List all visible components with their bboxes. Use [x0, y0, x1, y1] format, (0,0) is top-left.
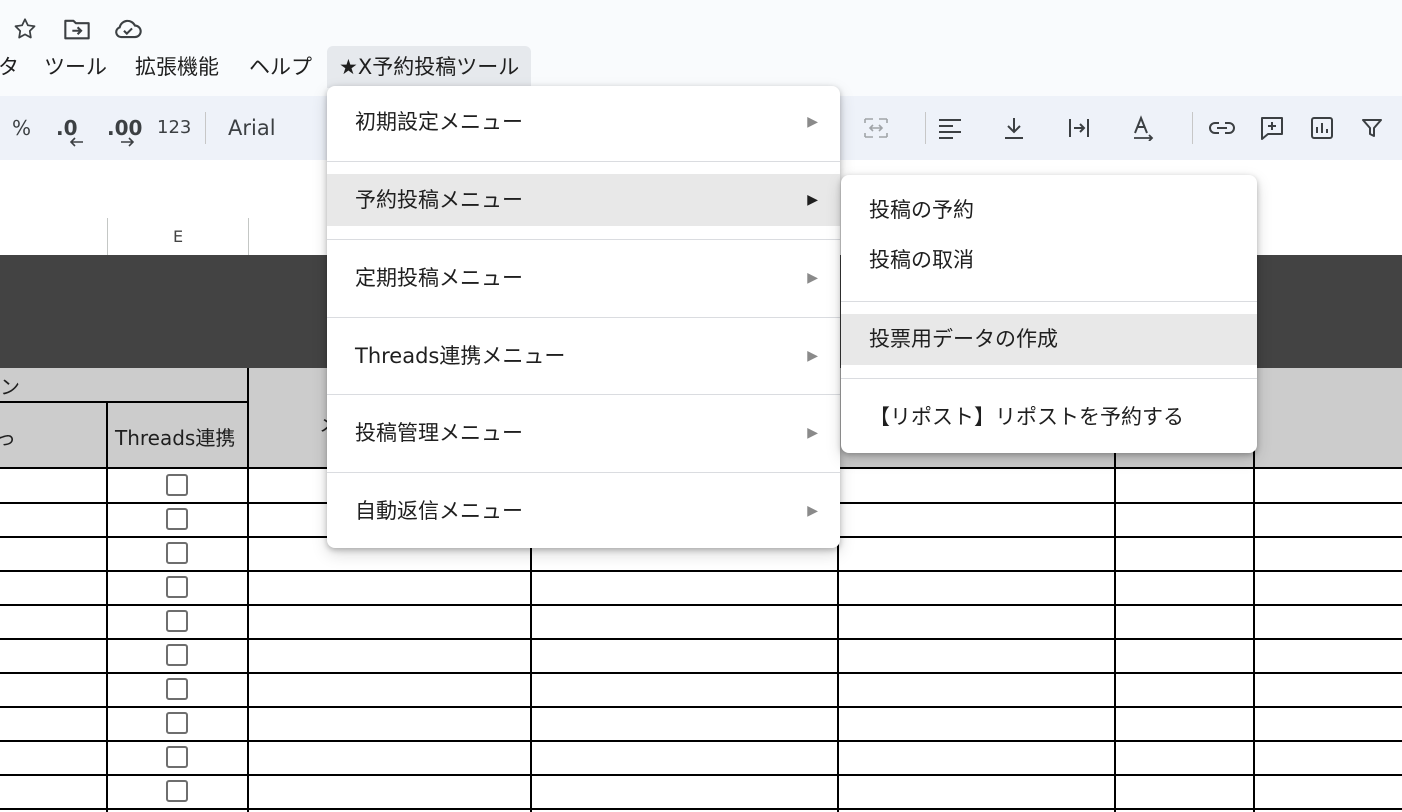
menu-item-auto-reply[interactable]: 自動返信メニュー ▶ [327, 485, 840, 537]
menu-divider [327, 161, 840, 162]
grid-line [0, 604, 1402, 606]
grid-line [0, 638, 1402, 640]
grid-line [0, 672, 1402, 674]
grid-line [0, 570, 1402, 572]
threads-checkbox[interactable] [166, 712, 188, 734]
header-cell-threads[interactable]: Threads連携 [108, 402, 249, 468]
submenu-arrow-icon: ▶ [807, 425, 818, 441]
submenu-arrow-icon: ▶ [807, 192, 818, 208]
menu-item-label: 自動返信メニュー [355, 499, 523, 523]
menu-data[interactable]: タ [0, 46, 19, 88]
grid-line [0, 808, 1402, 810]
insert-link-icon[interactable] [1206, 112, 1238, 144]
submenu-item-label: 投稿の取消 [869, 248, 974, 272]
toolbar-divider [205, 112, 206, 144]
grid-line [0, 774, 1402, 776]
text-wrapping-icon[interactable] [1063, 112, 1095, 144]
menu-item-label: 初期設定メニュー [355, 110, 523, 134]
grid-line [1114, 440, 1116, 812]
text-rotation-icon[interactable] [1128, 112, 1160, 144]
threads-checkbox[interactable] [166, 576, 188, 598]
group-header-label: ン [0, 375, 20, 399]
horizontal-align-icon[interactable] [934, 112, 966, 144]
group-header-cell[interactable]: ン [0, 368, 249, 402]
submenu-item-create-poll-data[interactable]: 投票用データの作成 [841, 314, 1257, 365]
menu-divider [327, 394, 840, 395]
menu-item-recurring-post[interactable]: 定期投稿メニュー ▶ [327, 252, 840, 304]
submenu-arrow-icon: ▶ [807, 114, 818, 130]
threads-checkbox[interactable] [166, 542, 188, 564]
threads-checkbox[interactable] [166, 780, 188, 802]
menu-extensions[interactable]: 拡張機能 [135, 46, 219, 88]
submenu-arrow-icon: ▶ [807, 503, 818, 519]
menu-item-label: 投稿管理メニュー [355, 421, 523, 445]
menu-divider [841, 301, 1257, 302]
toolbar-divider [925, 112, 926, 144]
menu-help[interactable]: ヘルプ [249, 46, 312, 88]
font-family-select[interactable]: Arial [228, 96, 276, 160]
filter-icon[interactable] [1356, 112, 1388, 144]
menu-divider [327, 239, 840, 240]
menu-divider [841, 378, 1257, 379]
menu-divider [327, 317, 840, 318]
menu-divider [327, 472, 840, 473]
header-cell-d-label: っ [0, 426, 16, 450]
submenu-item-schedule-repost[interactable]: 【リポスト】リポストを予約する [841, 391, 1257, 443]
menu-item-scheduled-post[interactable]: 予約投稿メニュー ▶ [327, 174, 840, 226]
threads-checkbox[interactable] [166, 746, 188, 768]
grid-line [106, 402, 108, 812]
format-percent-button[interactable]: % [12, 96, 31, 160]
menu-item-label: Threads連携メニュー [355, 344, 566, 368]
menu-item-label: 予約投稿メニュー [355, 188, 523, 212]
cloud-saved-icon[interactable] [113, 14, 143, 44]
threads-header-label: Threads連携 [115, 426, 236, 450]
submenu-item-label: 投稿の予約 [869, 198, 974, 222]
header-cell-d[interactable]: っ [0, 402, 108, 468]
x-tool-menu: 初期設定メニュー ▶ 予約投稿メニュー ▶ 定期投稿メニュー ▶ Threads… [327, 86, 840, 548]
arrow-left-icon [69, 132, 84, 151]
star-icon[interactable] [10, 14, 40, 44]
threads-checkbox[interactable] [166, 644, 188, 666]
submenu-item-schedule-post[interactable]: 投稿の予約 [841, 185, 1257, 235]
menu-tools[interactable]: ツール [44, 46, 107, 88]
move-to-folder-icon[interactable] [62, 14, 92, 44]
insert-comment-icon[interactable] [1256, 112, 1288, 144]
merge-cells-icon[interactable] [860, 112, 892, 144]
submenu-arrow-icon: ▶ [807, 348, 818, 364]
menu-item-post-management[interactable]: 投稿管理メニュー ▶ [327, 407, 840, 459]
submenu-item-cancel-post[interactable]: 投稿の取消 [841, 235, 1257, 285]
grid-line [0, 706, 1402, 708]
insert-chart-icon[interactable] [1306, 112, 1338, 144]
scheduled-post-submenu: 投稿の予約 投稿の取消 投票用データの作成 【リポスト】リポストを予約する [841, 175, 1257, 453]
grid-line [0, 401, 249, 403]
submenu-arrow-icon: ▶ [807, 270, 818, 286]
menu-bar: タ ツール 拡張機能 ヘルプ ★X予約投稿ツール [0, 46, 1402, 88]
column-header-d[interactable] [0, 218, 108, 255]
toolbar-divider [1192, 112, 1193, 144]
grid-line [0, 740, 1402, 742]
submenu-item-label: 【リポスト】リポストを予約する [869, 405, 1184, 429]
more-formats-button[interactable]: 123 [157, 96, 191, 160]
threads-checkbox[interactable] [166, 474, 188, 496]
vertical-align-icon[interactable] [998, 112, 1030, 144]
grid-line [247, 368, 249, 812]
menu-item-label: 定期投稿メニュー [355, 266, 523, 290]
threads-checkbox[interactable] [166, 610, 188, 632]
arrow-right-icon [120, 132, 135, 151]
submenu-item-label: 投票用データの作成 [869, 327, 1058, 351]
threads-checkbox[interactable] [166, 678, 188, 700]
column-header-e[interactable]: E [108, 218, 249, 255]
menu-x-scheduler-tool[interactable]: ★X予約投稿ツール [327, 46, 532, 88]
menu-item-initial-settings[interactable]: 初期設定メニュー ▶ [327, 96, 840, 148]
threads-checkbox[interactable] [166, 508, 188, 530]
menu-item-threads-integration[interactable]: Threads連携メニュー ▶ [327, 330, 840, 382]
app-header: タ ツール 拡張機能 ヘルプ ★X予約投稿ツール [0, 0, 1402, 96]
